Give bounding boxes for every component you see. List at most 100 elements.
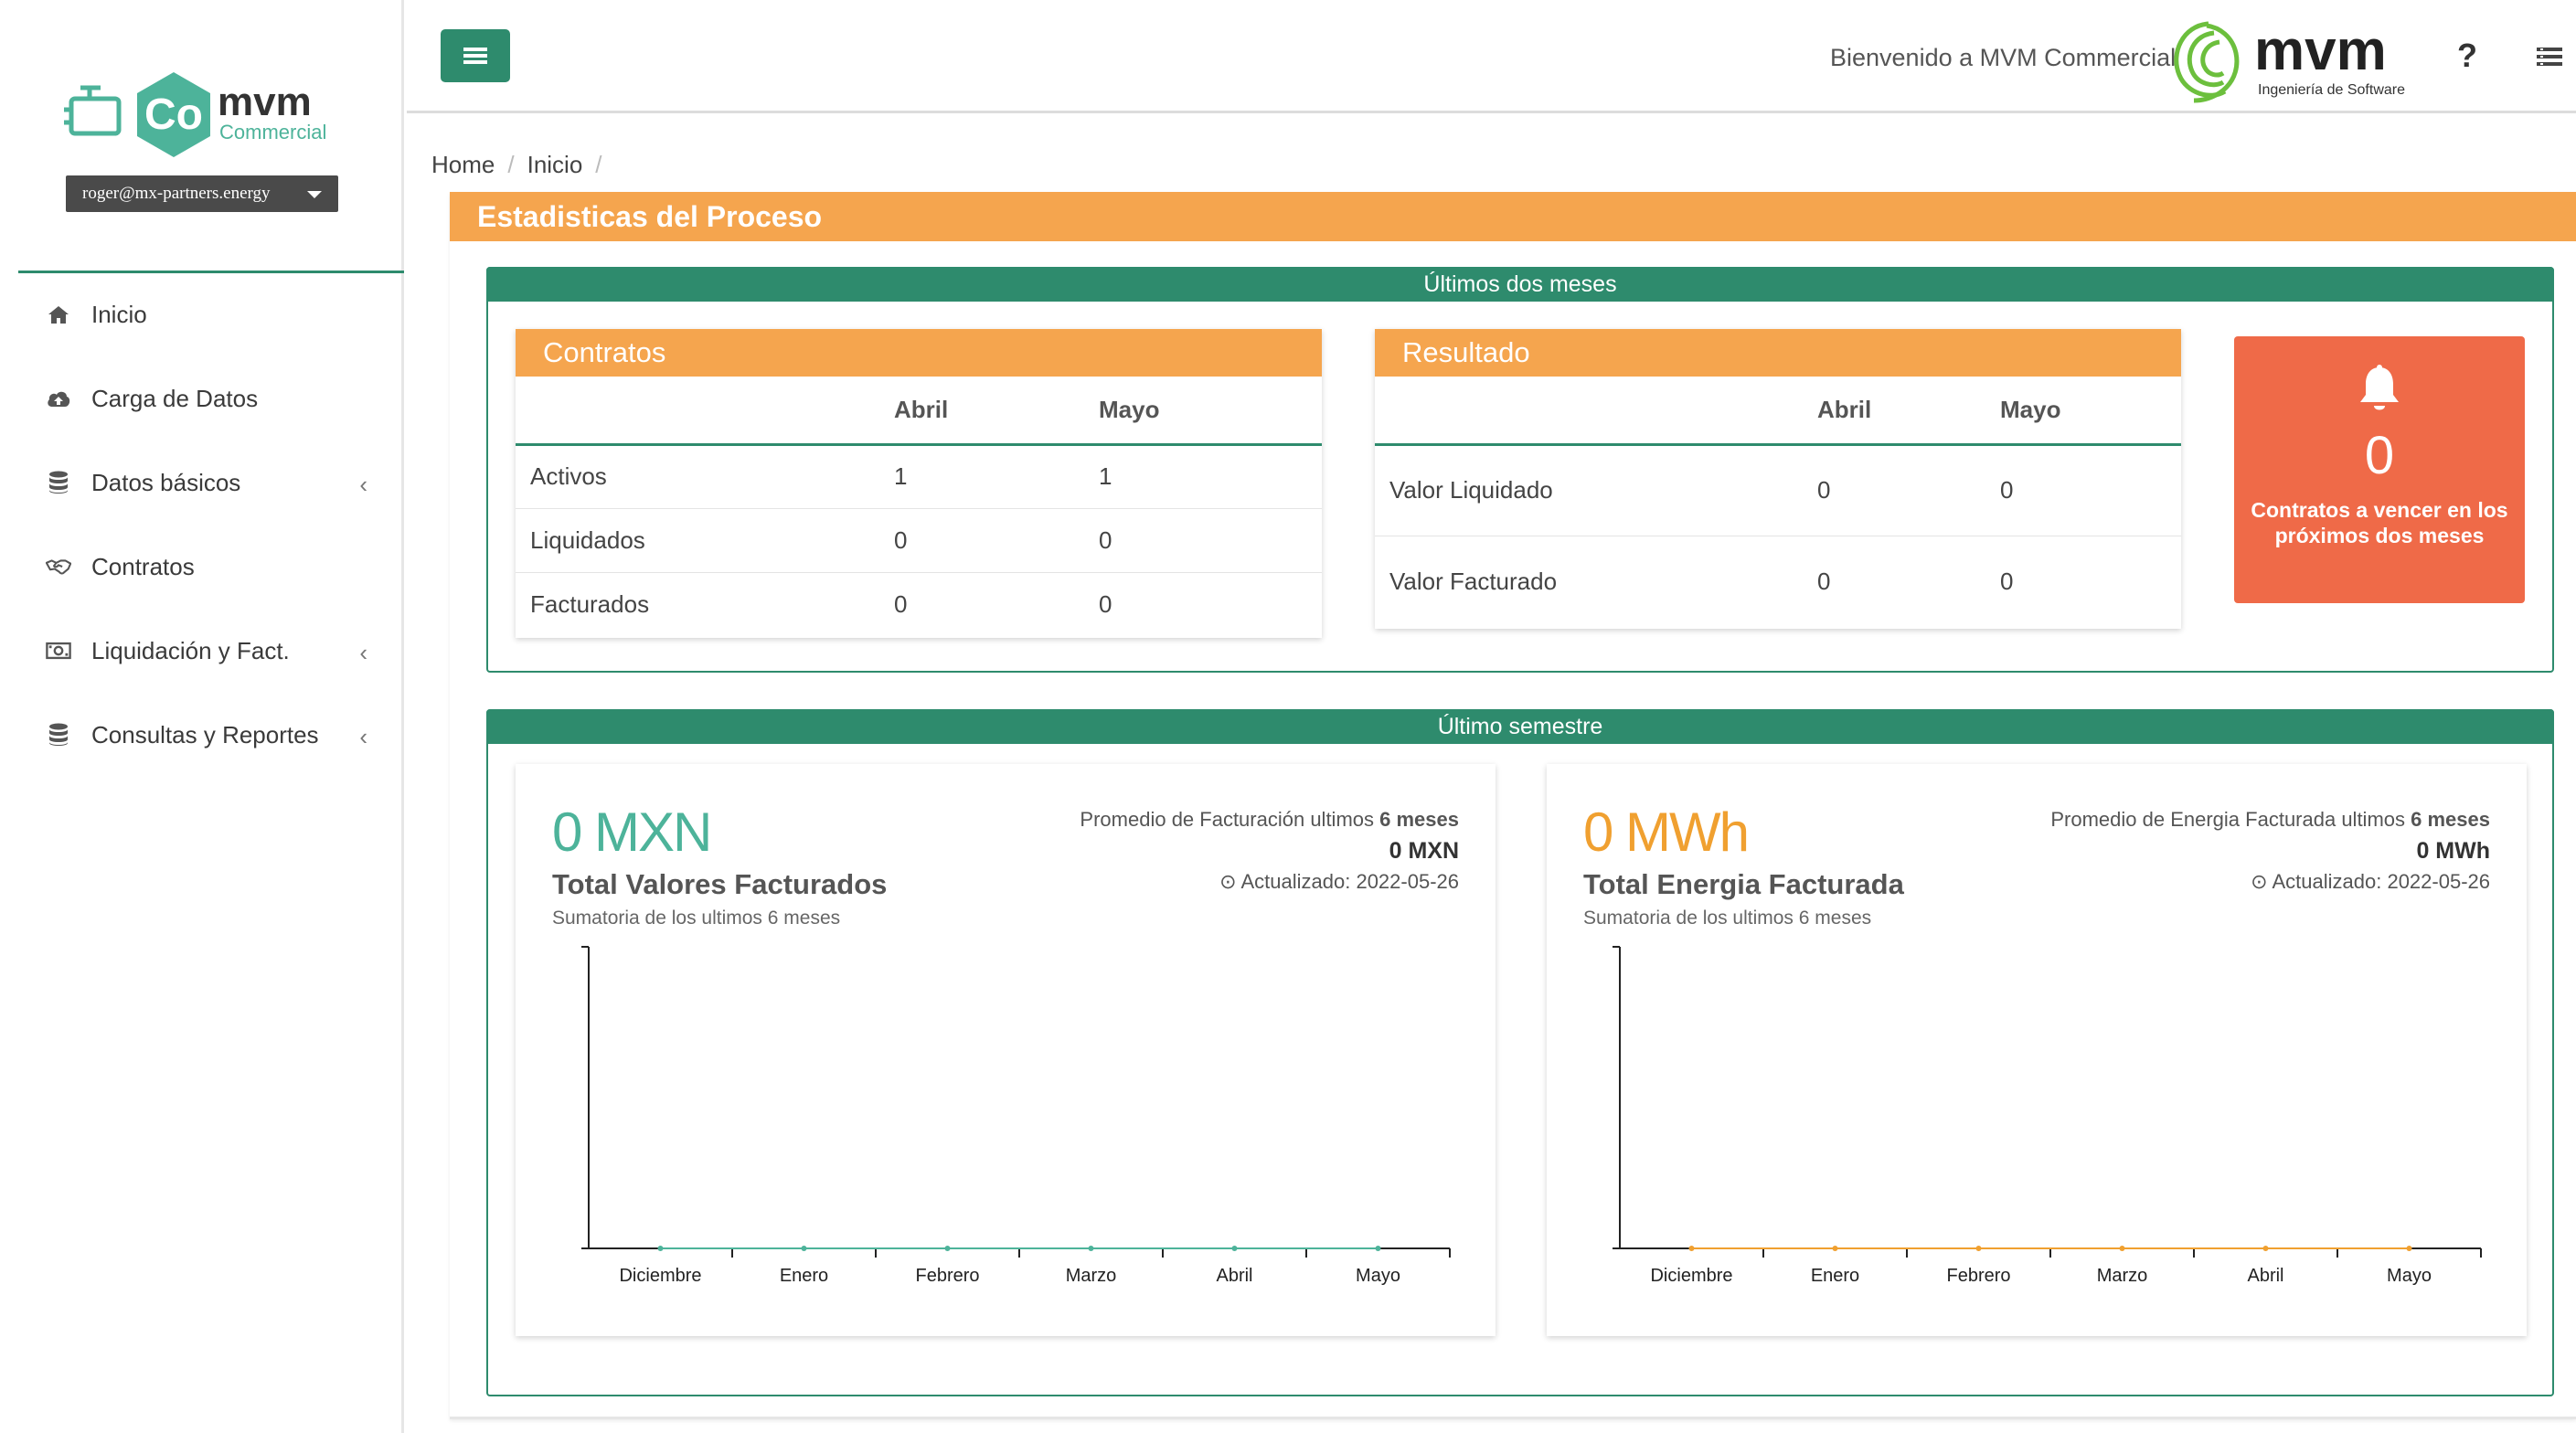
- cell-mayo: 1: [1099, 444, 1322, 509]
- alert-text: Contratos a vencer en los próximos dos m…: [2251, 498, 2508, 547]
- contratos-table: Abril Mayo Activos 1 1 Liquidados 0 0 Fa…: [516, 377, 1322, 636]
- recent-months-header: Últimos dos meses: [486, 267, 2554, 302]
- user-dropdown[interactable]: roger@mx-partners.energy: [66, 175, 338, 212]
- sidebar-item-inicio[interactable]: Inicio: [18, 272, 404, 356]
- brand-subtext: Ingeniería de Software: [2258, 82, 2405, 98]
- column-header: [516, 377, 894, 446]
- resultado-table: Abril Mayo Valor Liquidado 0 0 Valor Fac…: [1375, 377, 2181, 627]
- sidebar-item-contratos[interactable]: Contratos: [18, 525, 404, 609]
- table-row: Valor Facturado 0 0: [1375, 536, 2181, 627]
- x-tick-label: Febrero: [1946, 1266, 2010, 1286]
- cell-abril: 1: [894, 444, 1099, 509]
- sidebar-item-label: Datos básicos: [91, 468, 241, 496]
- row-label: Facturados: [530, 589, 650, 618]
- column-header: Abril: [1817, 377, 2000, 446]
- x-tick-label: Febrero: [915, 1266, 979, 1286]
- table-header-row: Abril Mayo: [516, 377, 1322, 446]
- x-tick-label: Enero: [1811, 1266, 1859, 1286]
- cell-mayo: 0: [1099, 589, 1112, 618]
- chevron-left-icon: ‹: [359, 639, 367, 666]
- data-point: [2262, 1246, 2269, 1251]
- data-point: [1688, 1246, 1695, 1251]
- stats-panel: Estadisticas del Proceso Últimos dos mes…: [450, 192, 2576, 1419]
- top-bar: Bienvenido a MVM Commercial mvm Ingenier…: [407, 0, 2576, 113]
- sidebar-item-consultas[interactable]: Consultas y Reportes ‹: [18, 693, 404, 777]
- sidebar-item-carga-de-datos[interactable]: Carga de Datos: [18, 356, 404, 441]
- breadcrumb-home[interactable]: Home: [431, 151, 495, 178]
- cell-mayo: 0: [2000, 444, 2181, 536]
- page-title: Estadisticas del Proceso: [450, 192, 2576, 241]
- caret-down-icon: [307, 191, 322, 198]
- table-row: Valor Liquidado 0 0: [1375, 444, 2181, 536]
- table-row: Facturados 0 0: [516, 572, 1322, 636]
- data-point: [801, 1246, 807, 1251]
- help-icon[interactable]: ?: [2457, 37, 2477, 75]
- home-icon: [46, 302, 71, 327]
- hamburger-icon: [463, 48, 487, 64]
- list-menu-icon[interactable]: [2537, 46, 2562, 72]
- database-icon: [46, 470, 71, 495]
- sidebar-item-label: Contratos: [91, 552, 195, 580]
- semester-group: Último semestre 0 MXN Total Valores Fact…: [486, 709, 2554, 1396]
- brand-text: mvm: [2254, 19, 2387, 82]
- row-label: Valor Facturado: [1389, 567, 1558, 595]
- row-label: Valor Liquidado: [1375, 444, 1817, 536]
- table-row: Activos 1 1: [516, 444, 1322, 509]
- resultado-card: Resultado Abril Mayo Valor Liquidado 0 0…: [1375, 329, 2181, 629]
- chevron-left-icon: ‹: [359, 723, 367, 750]
- logo-text: mvm: [218, 80, 312, 124]
- breadcrumb-separator: /: [595, 151, 602, 178]
- chevron-left-icon: ‹: [359, 471, 367, 498]
- app-logo[interactable]: Co mvm Commercial: [64, 68, 347, 168]
- sidebar-item-datos-basicos[interactable]: Datos básicos ‹: [18, 441, 404, 525]
- sidebar-item-label: Carga de Datos: [91, 384, 259, 412]
- x-tick-label: Diciembre: [619, 1266, 701, 1286]
- breadcrumb-inicio[interactable]: Inicio: [527, 151, 583, 178]
- resultado-card-title: Resultado: [1375, 329, 2181, 377]
- breadcrumb: Home / Inicio /: [431, 151, 615, 179]
- cell-abril: 0: [1817, 567, 1831, 595]
- cloud-upload-icon: [46, 386, 71, 411]
- handshake-icon: [46, 554, 71, 579]
- alert-count: 0: [2364, 426, 2395, 485]
- sidebar-item-label: Liquidación y Fact.: [91, 636, 290, 664]
- data-point: [1088, 1246, 1094, 1251]
- energia-card: 0 MWh Total Energia Facturada Sumatoria …: [1547, 764, 2527, 1336]
- logo-mark: Co: [144, 90, 203, 139]
- menu-toggle-button[interactable]: [441, 29, 510, 82]
- x-tick-label: Mayo: [1356, 1266, 1400, 1286]
- data-point: [2119, 1246, 2125, 1251]
- contratos-card-title: Contratos: [516, 329, 1322, 377]
- user-email: roger@mx-partners.energy: [82, 184, 271, 203]
- expiring-contracts-alert[interactable]: 0 Contratos a vencer en los próximos dos…: [2234, 336, 2525, 603]
- data-point: [657, 1246, 664, 1251]
- data-point: [944, 1246, 951, 1251]
- cell-mayo: 0: [2000, 567, 2014, 595]
- row-label: Activos: [516, 444, 894, 509]
- column-header: Mayo: [2000, 377, 2181, 446]
- sidebar-item-label: Consultas y Reportes: [91, 720, 319, 748]
- cell-abril: 0: [894, 589, 908, 618]
- money-icon: [46, 638, 71, 663]
- row-label: Liquidados: [516, 508, 894, 573]
- cell-abril: 0: [1817, 444, 2000, 536]
- energia-chart: Diciembre Enero Febrero Marzo Abril Mayo: [1613, 946, 2482, 1286]
- data-point: [1832, 1246, 1838, 1251]
- table-header-row: Abril Mayo: [1375, 377, 2181, 446]
- data-point: [1375, 1246, 1381, 1251]
- breadcrumb-separator: /: [507, 151, 515, 178]
- x-tick-label: Abril: [2247, 1266, 2283, 1286]
- data-point: [2406, 1246, 2412, 1251]
- x-tick-label: Marzo: [1066, 1266, 1117, 1286]
- database-icon: [46, 722, 71, 748]
- bell-icon: [2360, 365, 2399, 410]
- x-tick-label: Mayo: [2387, 1266, 2432, 1286]
- sidebar-item-liquidacion[interactable]: Liquidación y Fact. ‹: [18, 609, 404, 693]
- cell-abril: 0: [894, 508, 1099, 573]
- x-tick-label: Abril: [1216, 1266, 1252, 1286]
- sidebar-nav: Inicio Carga de Datos Datos básicos ‹ Co…: [18, 272, 404, 777]
- logo-subtext: Commercial: [219, 121, 326, 143]
- x-tick-label: Marzo: [2097, 1266, 2148, 1286]
- facturados-chart: Diciembre Enero Febrero Marzo Abril Mayo: [581, 946, 1451, 1286]
- semester-header: Último semestre: [486, 709, 2554, 744]
